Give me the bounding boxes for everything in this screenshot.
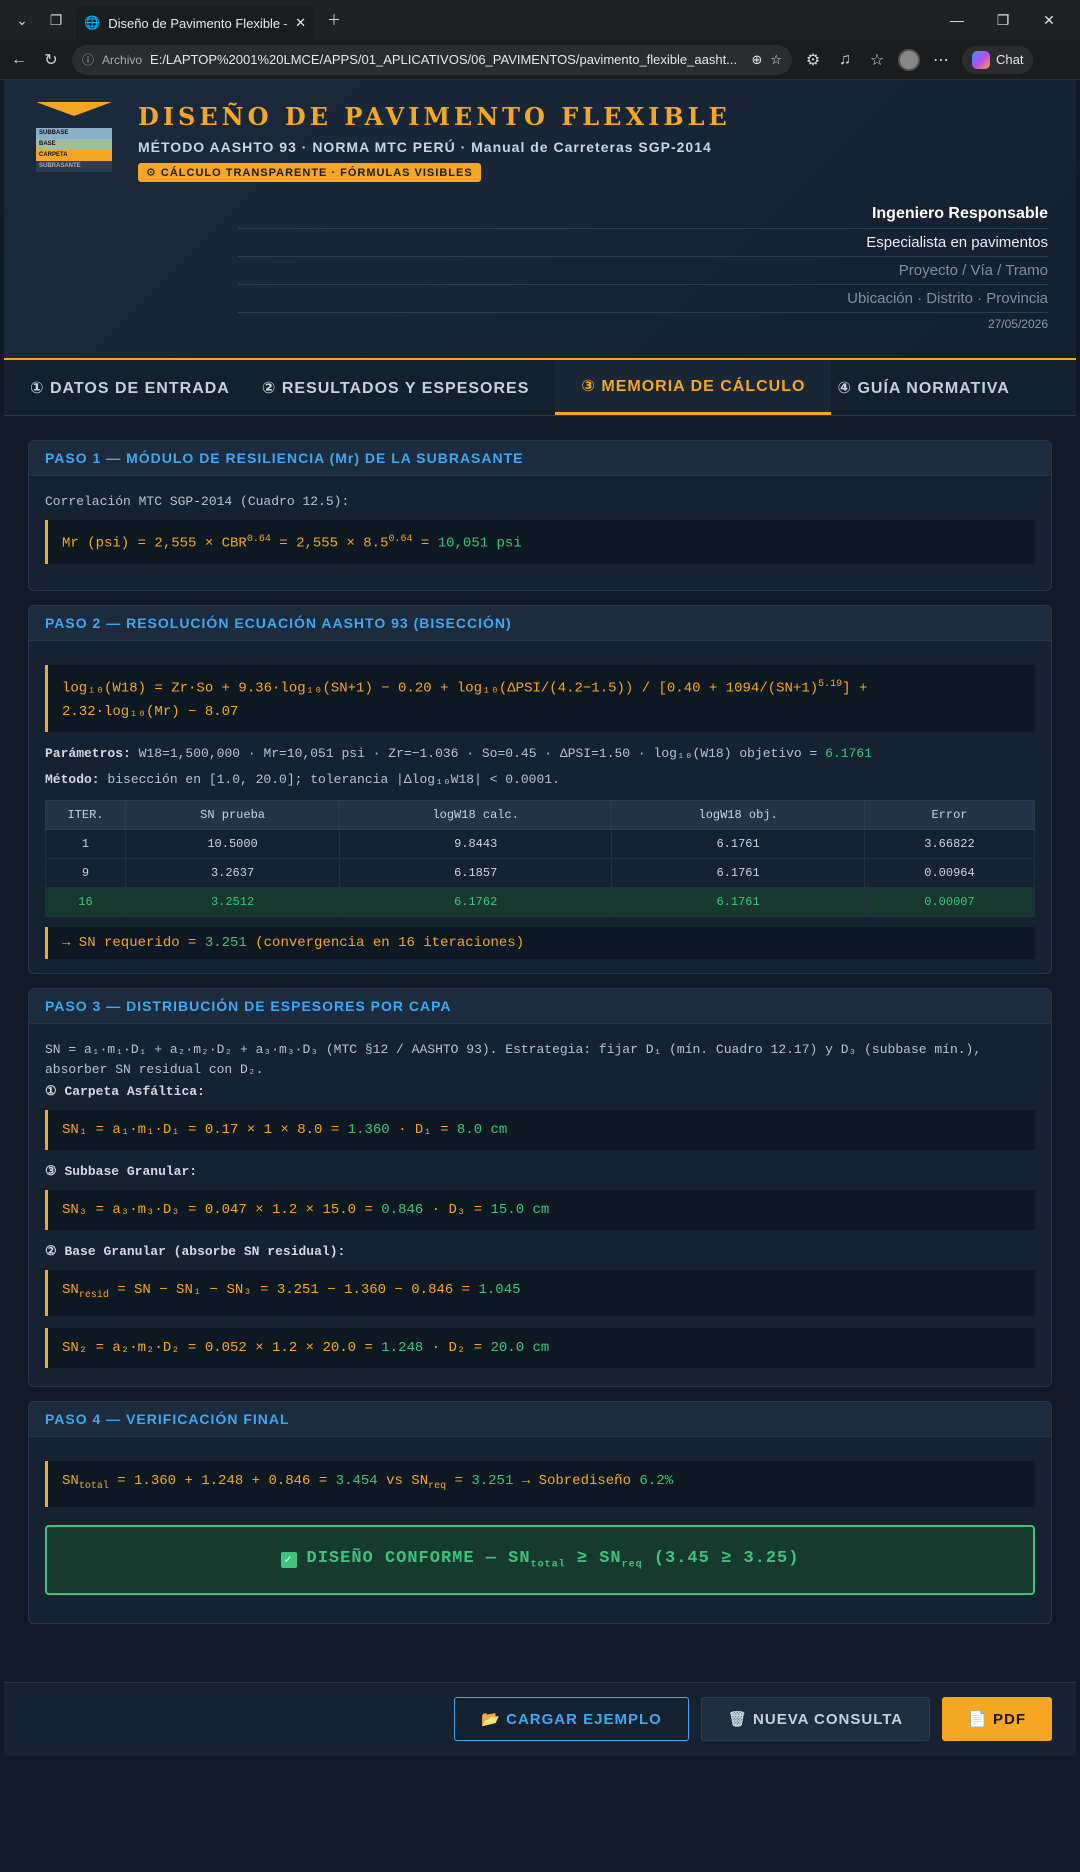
zoom-icon[interactable]: ⊕ <box>751 52 762 68</box>
logo-layer-subrasante: SUBRASANTE <box>36 161 112 172</box>
chat-label: Chat <box>996 52 1024 67</box>
tab-resultados[interactable]: ② RESULTADOS Y ESPESORES <box>256 360 556 415</box>
design-conforme-banner: ✓ DISEÑO CONFORME — SNtotal ≥ SNreq (3.4… <box>45 1524 1035 1595</box>
paso-2-title: PASO 2 — RESOLUCIÓN ECUACIÓN AASHTO 93 (… <box>29 605 1051 641</box>
paso-4-title: PASO 4 — VERIFICACIÓN FINAL <box>29 1402 1051 1438</box>
aashto-formula: log₁₀(W18) = Zr·So + 9.36·log₁₀(SN+1) − … <box>45 664 1035 733</box>
favorite-icon[interactable]: ☆ <box>770 52 782 68</box>
date-label: 27/05/2026 <box>987 317 1048 331</box>
table-header-row: ITER. SN prueba logW18 calc. logW18 obj.… <box>45 800 1035 831</box>
memoria-content: PASO 1 — MÓDULO DE RESILIENCIA (Mr) DE L… <box>4 416 1076 1662</box>
logo-triangle <box>36 102 112 116</box>
info-icon: ⓘ <box>82 53 95 67</box>
favorites-icon[interactable]: ☆ <box>866 50 888 70</box>
paso-1-intro: Correlación MTC SGP-2014 (Cuadro 12.5): <box>45 494 350 509</box>
window-controls: — ❐ ✕ <box>934 12 1072 29</box>
conforme-text: DISEÑO CONFORME — SNtotal ≥ SNreq (3.45 … <box>306 1549 800 1571</box>
paso-1-card: PASO 1 — MÓDULO DE RESILIENCIA (Mr) DE L… <box>28 440 1052 591</box>
paso-1-title: PASO 1 — MÓDULO DE RESILIENCIA (Mr) DE L… <box>29 441 1051 476</box>
project-field[interactable]: Proyecto / Vía / Tramo <box>238 257 1048 285</box>
browser-tabbar: ⌄ ❐ 🌐 Diseño de Pavimento Flexible — A ✕… <box>0 0 1080 40</box>
back-icon[interactable]: ← <box>8 51 30 69</box>
subbase-label: ③ Subbase Granular: <box>45 1164 198 1180</box>
tab-guia-normativa[interactable]: ④ GUÍA NORMATIVA <box>831 360 1035 415</box>
profile-avatar[interactable] <box>898 48 920 71</box>
mr-formula: Mr (psi) = 2,555 × CBR0.64 = 2,555 × 8.5… <box>45 520 1035 564</box>
table-row: 9 3.2637 6.1857 6.1761 0.00964 <box>45 858 1035 889</box>
table-row-converged: 16 3.2512 6.1762 6.1761 0.00007 <box>45 887 1035 918</box>
parameters-line: Parámetros: W18=1,500,000 · Mr=10,051 ps… <box>45 746 872 762</box>
refresh-icon[interactable]: ↻ <box>40 50 62 70</box>
workspaces-icon[interactable]: ❐ <box>42 6 70 34</box>
project-meta: Ingeniero Responsable Especialista en pa… <box>238 200 1048 331</box>
page: SUBBASE BASE CARPETA SUBRASANTE DISEÑO D… <box>4 80 1076 1872</box>
tab-title: Diseño de Pavimento Flexible — A <box>108 15 287 31</box>
main-tabs: ① DATOS DE ENTRADA ② RESULTADOS Y ESPESO… <box>4 360 1076 416</box>
tab-datos-entrada[interactable]: ① DATOS DE ENTRADA <box>24 360 256 415</box>
copilot-icon <box>972 50 990 69</box>
sn2-formula: SN₂ = a₂·m₂·D₂ = 0.052 × 1.2 × 20.0 = 1.… <box>45 1328 1035 1369</box>
more-icon[interactable]: ⋯ <box>930 50 952 70</box>
check-icon: ✓ <box>280 1551 297 1568</box>
globe-icon: 🌐 <box>84 15 101 30</box>
paso-3-intro: SN = a₁·m₁·D₁ + a₂·m₂·D₂ + a₃·m₃·D₃ (MTC… <box>45 1042 982 1078</box>
sn-required-result: → SN requerido = 3.251 (convergencia en … <box>45 927 1035 960</box>
paso-3-card: PASO 3 — DISTRIBUCIÓN DE ESPESORES POR C… <box>28 988 1052 1388</box>
transparency-badge: ⚙ CÁLCULO TRANSPARENTE · FÓRMULAS VISIBL… <box>138 163 481 182</box>
load-example-button[interactable]: 📂 CARGAR EJEMPLO <box>454 1697 689 1742</box>
pdf-button[interactable]: 📄 PDF <box>942 1697 1052 1742</box>
url-field[interactable]: ⓘ Archivo E:/LAPTOP%2001%20LMCE/APPS/01_… <box>72 44 792 75</box>
logo-layer-subbase: SUBBASE <box>36 128 112 139</box>
media-icon[interactable]: ♫ <box>834 51 856 69</box>
pavement-logo: SUBBASE BASE CARPETA SUBRASANTE <box>36 102 112 172</box>
brand: DISEÑO DE PAVIMENTO FLEXIBLE MÉTODO AASH… <box>138 102 731 182</box>
paso-2-card: PASO 2 — RESOLUCIÓN ECUACIÓN AASHTO 93 (… <box>28 604 1052 975</box>
table-row: 1 10.5000 9.8443 6.1761 3.66822 <box>45 829 1035 860</box>
restore-icon[interactable]: ❐ <box>980 12 1026 29</box>
sn-total-formula: SNtotal = 1.360 + 1.248 + 0.846 = 3.454 … <box>45 1461 1035 1507</box>
sn1-formula: SN₁ = a₁·m₁·D₁ = 0.17 × 1 × 8.0 = 1.360 … <box>45 1110 1035 1151</box>
col-obj: logW18 obj. <box>611 800 865 831</box>
new-tab-icon[interactable]: ＋ <box>320 6 348 34</box>
engineer-field[interactable]: Ingeniero Responsable <box>238 200 1048 229</box>
address-bar: ← ↻ ⓘ Archivo E:/LAPTOP%2001%20LMCE/APPS… <box>0 40 1080 80</box>
mr-result: 10,051 psi <box>437 535 522 552</box>
url-scheme-label: Archivo <box>102 52 143 67</box>
sn-resid-formula: SNresid = SN − SN₁ − SN₃ = 3.251 − 1.360… <box>45 1270 1035 1317</box>
base-label: ② Base Granular (absorbe SN residual): <box>45 1244 346 1260</box>
method-line: Método: bisección en [1.0, 20.0]; tolera… <box>45 772 560 788</box>
close-tab-icon[interactable]: ✕ <box>295 15 306 31</box>
logo-layer-carpeta: CARPETA <box>36 150 112 161</box>
col-error: Error <box>864 800 1035 831</box>
app-header: SUBBASE BASE CARPETA SUBRASANTE DISEÑO D… <box>4 80 1076 360</box>
location-field[interactable]: Ubicación · Distrito · Provincia <box>238 285 1048 313</box>
extensions-icon[interactable]: ⚙ <box>802 50 824 70</box>
col-sn: SN prueba <box>124 800 341 831</box>
logo-layer-base: BASE <box>36 139 112 150</box>
bisection-table: ITER. SN prueba logW18 calc. logW18 obj.… <box>45 800 1035 918</box>
minimize-icon[interactable]: — <box>934 12 980 29</box>
app-title: DISEÑO DE PAVIMENTO FLEXIBLE <box>138 102 731 131</box>
browser-tab[interactable]: 🌐 Diseño de Pavimento Flexible — A ✕ <box>76 6 314 40</box>
close-window-icon[interactable]: ✕ <box>1026 12 1072 29</box>
url-text: E:/LAPTOP%2001%20LMCE/APPS/01_APLICATIVO… <box>150 52 738 67</box>
col-iter: ITER. <box>45 800 126 831</box>
sn3-formula: SN₃ = a₃·m₃·D₃ = 0.047 × 1.2 × 15.0 = 0.… <box>45 1190 1035 1231</box>
tab-memoria-calculo[interactable]: ③ MEMORIA DE CÁLCULO <box>555 360 832 415</box>
tab-list-icon[interactable]: ⌄ <box>8 6 36 34</box>
chat-button[interactable]: Chat <box>962 45 1034 74</box>
specialty-field[interactable]: Especialista en pavimentos <box>238 229 1048 257</box>
col-calc: logW18 calc. <box>339 800 613 831</box>
paso-4-card: PASO 4 — VERIFICACIÓN FINAL SNtotal = 1.… <box>28 1401 1052 1624</box>
paso-3-title: PASO 3 — DISTRIBUCIÓN DE ESPESORES POR C… <box>29 989 1051 1025</box>
action-footer: 📂 CARGAR EJEMPLO 🗑 NUEVA CONSULTA 📄 PDF <box>4 1681 1076 1756</box>
app-subtitle: MÉTODO AASHTO 93 · NORMA MTC PERÚ · Manu… <box>138 139 712 155</box>
carpeta-label: ① Carpeta Asfáltica: <box>45 1084 205 1100</box>
new-query-button[interactable]: 🗑 NUEVA CONSULTA <box>700 1697 931 1742</box>
